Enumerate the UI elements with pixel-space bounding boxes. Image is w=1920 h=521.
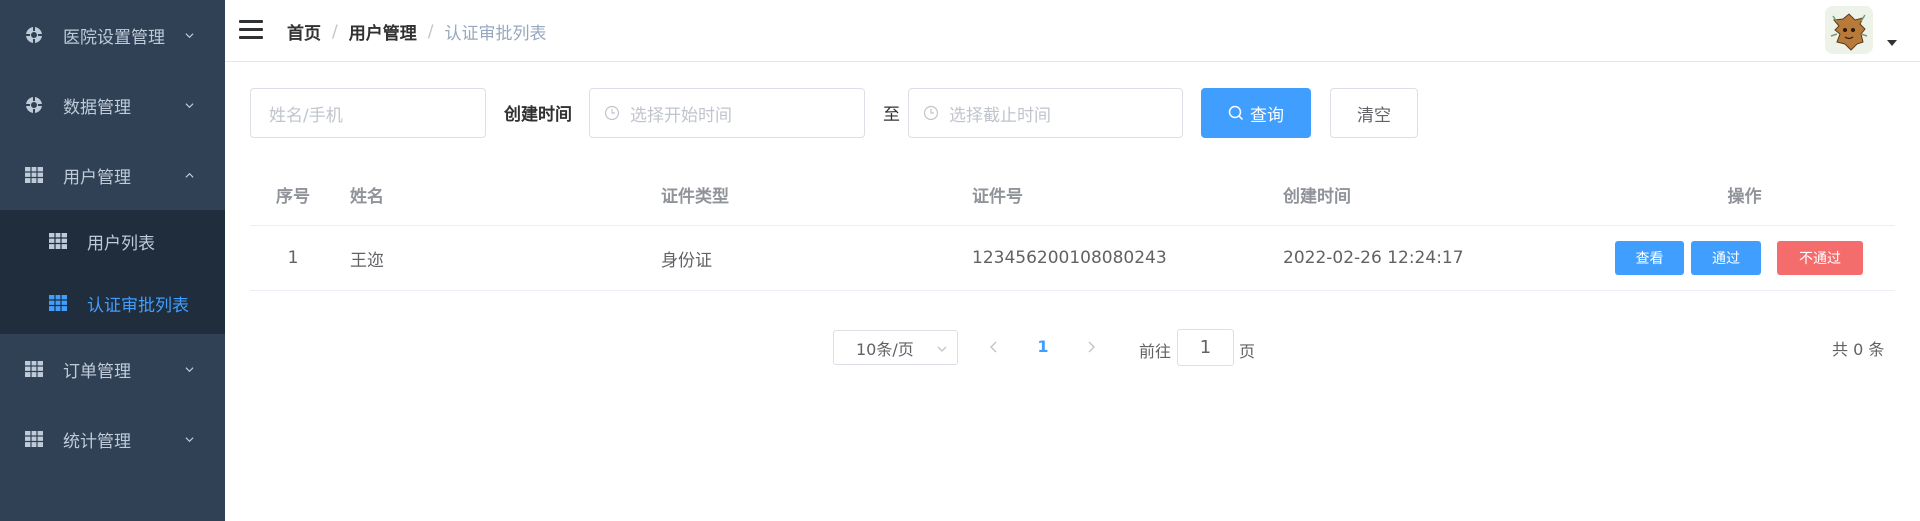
chevron-down-icon — [185, 437, 194, 443]
clock-icon — [923, 105, 939, 121]
cell-created: 2022-02-26 12:24:17 — [1283, 248, 1464, 268]
reject-button[interactable]: 不通过 — [1777, 241, 1863, 275]
breadcrumb-current: 认证审批列表 — [444, 24, 547, 44]
avatar[interactable] — [1825, 6, 1873, 54]
sidebar-item-label: 认证审批列表 — [87, 295, 189, 316]
column-header-index: 序号 — [276, 187, 310, 207]
cell-name: 王迩 — [350, 250, 384, 271]
grid-icon — [25, 360, 43, 378]
submenu-user-management: 用户列表 认证审批列表 — [0, 210, 225, 334]
name-phone-placeholder: 姓名/手机 — [269, 105, 343, 126]
chevron-up-icon — [185, 172, 194, 178]
prev-page-button[interactable] — [984, 336, 1004, 358]
sidebar-item-order-management[interactable]: 订单管理 — [0, 334, 225, 404]
chevron-down-icon — [185, 33, 194, 39]
grid-icon — [49, 233, 67, 249]
cell-index: 1 — [287, 248, 299, 268]
grid-icon — [49, 295, 67, 311]
top-navbar: 首页 / 用户管理 / 认证审批列表 — [225, 0, 1920, 62]
sidebar-item-label: 用户列表 — [87, 233, 155, 254]
view-button[interactable]: 查看 — [1615, 241, 1684, 275]
sidebar-item-label: 数据管理 — [63, 97, 131, 118]
chevron-down-icon — [937, 346, 947, 352]
chevron-down-icon — [185, 367, 194, 373]
next-page-button[interactable] — [1081, 336, 1101, 358]
sidebar-item-label: 订单管理 — [63, 361, 131, 382]
chevron-down-icon — [185, 103, 194, 109]
breadcrumb: 首页 / 用户管理 / 认证审批列表 — [287, 19, 547, 45]
search-icon — [1228, 105, 1244, 121]
avatar-image — [1825, 6, 1873, 54]
gear-icon — [25, 96, 43, 114]
gear-icon — [25, 26, 43, 44]
cell-cert-no: 123456200108080243 — [972, 248, 1167, 268]
page-size-select[interactable]: 10条/页 — [833, 330, 958, 365]
search-button[interactable]: 查询 — [1201, 88, 1311, 138]
sidebar: 医院设置管理 数据管理 用户管理 用户列表 认证审批列表 订单管理 统计管理 — [0, 0, 225, 521]
sidebar-item-statistics-management[interactable]: 统计管理 — [0, 404, 225, 474]
column-header-cert-type: 证件类型 — [661, 187, 729, 207]
chevron-right-icon — [1088, 341, 1095, 353]
end-date-placeholder: 选择截止时间 — [949, 105, 1051, 126]
column-header-created: 创建时间 — [1283, 187, 1351, 207]
clear-button[interactable]: 清空 — [1330, 88, 1418, 138]
sidebar-item-label: 医院设置管理 — [63, 27, 165, 48]
cell-cert-type: 身份证 — [661, 250, 712, 271]
table-header: 序号 姓名 证件类型 证件号 创建时间 操作 — [250, 164, 1895, 226]
page-size-value: 10条/页 — [856, 339, 914, 359]
start-date-placeholder: 选择开始时间 — [630, 105, 732, 126]
sidebar-item-user-management[interactable]: 用户管理 — [0, 140, 225, 210]
created-time-label: 创建时间 — [504, 105, 572, 125]
breadcrumb-separator: / — [427, 21, 434, 42]
hamburger-menu-icon[interactable] — [239, 20, 263, 40]
page-number-1[interactable]: 1 — [1032, 337, 1054, 356]
sidebar-item-user-list[interactable]: 用户列表 — [0, 210, 225, 272]
column-header-cert-no: 证件号 — [972, 187, 1023, 207]
end-date-picker[interactable]: 选择截止时间 — [908, 88, 1183, 138]
grid-icon — [25, 430, 43, 448]
sidebar-item-label: 用户管理 — [63, 167, 131, 188]
sidebar-item-hospital-settings[interactable]: 医院设置管理 — [0, 0, 225, 70]
clear-button-label: 清空 — [1357, 105, 1391, 126]
date-range-separator: 至 — [883, 105, 900, 125]
search-button-label: 查询 — [1250, 105, 1284, 126]
start-date-picker[interactable]: 选择开始时间 — [589, 88, 865, 138]
name-phone-input[interactable]: 姓名/手机 — [250, 88, 486, 138]
app-root: 医院设置管理 数据管理 用户管理 用户列表 认证审批列表 订单管理 统计管理 首… — [0, 0, 1920, 521]
breadcrumb-separator: / — [332, 21, 338, 42]
chevron-left-icon — [990, 341, 997, 353]
page-suffix-label: 页 — [1239, 342, 1256, 361]
goto-page-input[interactable]: 1 — [1177, 329, 1234, 366]
breadcrumb-user-management[interactable]: 用户管理 — [349, 19, 417, 44]
column-header-actions: 操作 — [1727, 187, 1762, 207]
column-header-name: 姓名 — [350, 187, 384, 207]
caret-down-icon[interactable] — [1887, 40, 1897, 46]
goto-label: 前往 — [1139, 342, 1172, 361]
breadcrumb-home[interactable]: 首页 — [287, 19, 321, 44]
total-count: 共 0 条 — [1832, 340, 1885, 359]
sidebar-item-label: 统计管理 — [63, 431, 131, 452]
grid-icon — [25, 166, 43, 184]
approve-button[interactable]: 通过 — [1691, 241, 1761, 275]
table-row: 1 王迩 身份证 123456200108080243 2022-02-26 1… — [250, 226, 1895, 291]
clock-icon — [604, 105, 620, 121]
sidebar-item-auth-approval-list[interactable]: 认证审批列表 — [0, 272, 225, 334]
approval-table: 序号 姓名 证件类型 证件号 创建时间 操作 1 王迩 身份证 12345620… — [250, 164, 1895, 291]
sidebar-item-data-management[interactable]: 数据管理 — [0, 70, 225, 140]
